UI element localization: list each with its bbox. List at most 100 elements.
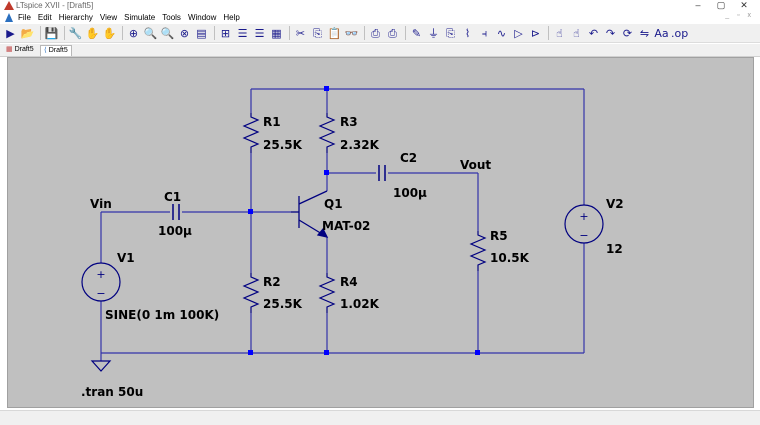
menu-hierarchy[interactable]: Hierarchy xyxy=(59,11,93,24)
net-label-vout[interactable]: Vout xyxy=(460,158,491,172)
mdi-window-controls[interactable]: _ ▫ x xyxy=(725,12,754,19)
resistor-r2-icon[interactable] xyxy=(242,273,260,313)
r2-value[interactable]: 25.5K xyxy=(263,297,303,311)
r4-value[interactable]: 1.02K xyxy=(340,297,380,311)
tab-draft5-waveform[interactable]: ⟨ Draft5 xyxy=(40,45,72,56)
print-icon[interactable]: ⎙ xyxy=(368,26,383,41)
r5-name[interactable]: R5 xyxy=(490,229,508,243)
tab-label: Draft5 xyxy=(14,46,34,53)
q1-model[interactable]: MAT-02 xyxy=(322,219,370,233)
spice-directive-icon[interactable]: .op xyxy=(671,26,688,41)
mirror-icon[interactable]: ⇋ xyxy=(637,26,652,41)
r1-name[interactable]: R1 xyxy=(263,115,281,129)
c2-value[interactable]: 100µ xyxy=(393,186,427,200)
copy-icon[interactable]: ⎘ xyxy=(310,26,325,41)
junction-dot xyxy=(324,86,329,91)
v1-name[interactable]: V1 xyxy=(117,251,135,265)
schematic-canvas[interactable]: + − + − R1 25.5K R2 25.5K R3 2.32K R4 1.… xyxy=(7,57,754,408)
document-icon[interactable] xyxy=(5,13,13,22)
junction-dot xyxy=(475,350,480,355)
capacitor-c2-icon[interactable] xyxy=(378,165,386,181)
cascade-icon[interactable]: ▦ xyxy=(269,26,284,41)
r3-name[interactable]: R3 xyxy=(340,115,358,129)
halt-icon[interactable]: ✋ xyxy=(85,26,100,41)
capacitor-icon[interactable]: ⫞ xyxy=(477,26,492,41)
c1-value[interactable]: 100µ xyxy=(158,224,192,238)
ground-icon[interactable]: ⏚ xyxy=(426,26,441,41)
menu-window[interactable]: Window xyxy=(188,11,216,24)
title-bar: LTspice XVII - [Draft5] – ▢ ✕ xyxy=(0,0,760,11)
save-icon[interactable]: 💾 xyxy=(44,26,59,41)
r5-value[interactable]: 10.5K xyxy=(490,251,530,265)
v1-value[interactable]: SINE(0 1m 100K) xyxy=(105,308,219,322)
resistor-r5-icon[interactable] xyxy=(469,231,487,271)
r2-name[interactable]: R2 xyxy=(263,275,281,289)
v2-value[interactable]: 12 xyxy=(606,242,623,256)
open-icon[interactable]: 📂 xyxy=(20,26,35,41)
tile-vertical-icon[interactable]: ☰ xyxy=(252,26,267,41)
tile-horizontal-icon[interactable]: ☰ xyxy=(235,26,250,41)
voltage-source-v1-icon[interactable]: + − xyxy=(81,262,121,302)
toolbar-separator xyxy=(548,26,549,40)
pan-icon[interactable]: ✋ xyxy=(102,26,117,41)
zoom-fit-icon[interactable]: 🔍 xyxy=(160,26,175,41)
ground-icon[interactable] xyxy=(90,360,112,372)
text-icon[interactable]: Aa xyxy=(654,26,669,41)
diode-icon[interactable]: ▷ xyxy=(511,26,526,41)
c2-name[interactable]: C2 xyxy=(400,151,417,165)
menu-file[interactable]: File xyxy=(18,11,31,24)
menu-view[interactable]: View xyxy=(100,11,117,24)
grid-icon[interactable]: ⊞ xyxy=(218,26,233,41)
voltage-source-v2-icon[interactable]: + − xyxy=(564,204,604,244)
drag-icon[interactable]: ☝ xyxy=(569,26,584,41)
component-labels: R1 25.5K R2 25.5K R3 2.32K R4 1.02K R5 1… xyxy=(81,115,624,399)
undo-icon[interactable]: ↶ xyxy=(586,26,601,41)
resistor-r1-icon[interactable] xyxy=(242,113,260,153)
spice-directive[interactable]: .tran 50u xyxy=(81,385,143,399)
move-icon[interactable]: ☝ xyxy=(552,26,567,41)
control-panel-icon[interactable]: 🔧 xyxy=(68,26,83,41)
zoom-out-icon[interactable]: 🔍 xyxy=(143,26,158,41)
junction-dot xyxy=(324,350,329,355)
r1-value[interactable]: 25.5K xyxy=(263,138,303,152)
q1-name[interactable]: Q1 xyxy=(324,197,343,211)
waveform-icon: ⟨ xyxy=(44,47,47,54)
paste-icon[interactable]: 📋 xyxy=(327,26,342,41)
schematic-drawing[interactable]: + − + − R1 25.5K R2 25.5K R3 2.32K R4 1.… xyxy=(8,58,753,407)
label-net-icon[interactable]: ⎘ xyxy=(443,26,458,41)
menu-tools[interactable]: Tools xyxy=(162,11,181,24)
component-icon[interactable]: ⊳ xyxy=(528,26,543,41)
find-icon[interactable]: 👓 xyxy=(344,26,359,41)
maximize-button[interactable]: ▢ xyxy=(711,0,731,11)
r3-value[interactable]: 2.32K xyxy=(340,138,380,152)
resistor-r4-icon[interactable] xyxy=(318,273,336,313)
capacitor-c1-icon[interactable] xyxy=(172,204,180,220)
wire-icon[interactable]: ✎ xyxy=(409,26,424,41)
tab-draft5-schematic[interactable]: ▦ Draft5 xyxy=(3,45,37,55)
zoom-in-icon[interactable]: ⊕ xyxy=(126,26,141,41)
net-label-vin[interactable]: Vin xyxy=(90,197,112,211)
status-bar xyxy=(0,410,760,425)
menu-simulate[interactable]: Simulate xyxy=(124,11,155,24)
rotate-icon[interactable]: ⟳ xyxy=(620,26,635,41)
autorange-icon[interactable]: ▤ xyxy=(194,26,209,41)
toolbar-separator xyxy=(289,26,290,40)
minimize-button[interactable]: – xyxy=(688,0,708,11)
toolbar: ▶ 📂 💾 🔧 ✋ ✋ ⊕ 🔍 🔍 ⊗ ▤ ⊞ ☰ ☰ ▦ ✂ ⎘ 📋 👓 ⎙ ⎙ ✎ ⏚ ⎘ ⌇ ⫞ ∿ ▷ ⊳ ☝ ☝ ↶ ↷ ⟳ ⇋ Aa .op xyxy=(0,24,760,43)
redo-icon[interactable]: ↷ xyxy=(603,26,618,41)
menu-edit[interactable]: Edit xyxy=(38,11,52,24)
r4-name[interactable]: R4 xyxy=(340,275,358,289)
v2-name[interactable]: V2 xyxy=(606,197,624,211)
window-title: LTspice XVII - [Draft5] xyxy=(16,1,94,10)
ltspice-app-icon xyxy=(4,1,14,10)
inductor-icon[interactable]: ∿ xyxy=(494,26,509,41)
cut-icon[interactable]: ✂ xyxy=(293,26,308,41)
resistor-r3-icon[interactable] xyxy=(318,113,336,153)
resistor-icon[interactable]: ⌇ xyxy=(460,26,475,41)
cancel-zoom-icon[interactable]: ⊗ xyxy=(177,26,192,41)
c1-name[interactable]: C1 xyxy=(164,190,181,204)
menu-help[interactable]: Help xyxy=(223,11,239,24)
print-setup-icon[interactable]: ⎙ xyxy=(385,26,400,41)
run-icon[interactable]: ▶ xyxy=(3,26,18,41)
close-button[interactable]: ✕ xyxy=(734,0,754,11)
